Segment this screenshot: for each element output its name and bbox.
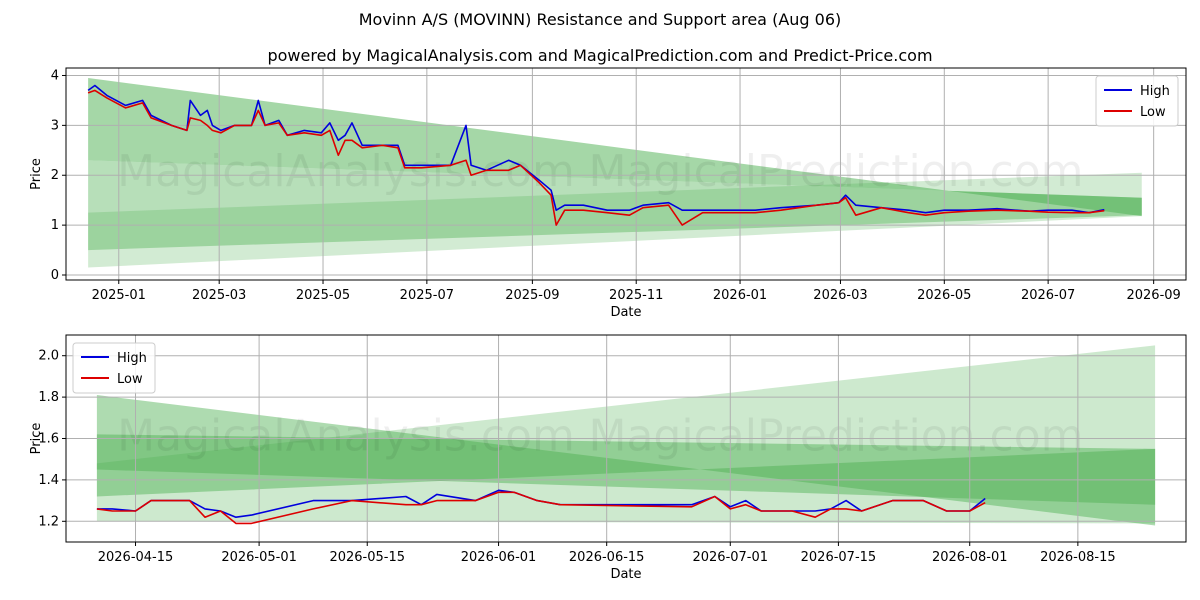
x-tick-label: 2026-03	[813, 288, 867, 303]
y-tick-label: 0	[51, 268, 59, 283]
x-tick-label: 2026-09	[1126, 288, 1180, 303]
y-tick-label: 4	[51, 68, 59, 83]
plot-panel-1: MagicalAnalysis.com MagicalPrediction.com…	[29, 67, 1187, 320]
y-tick-label: 1.4	[38, 473, 59, 488]
legend: High Low	[72, 342, 156, 394]
x-tick-label: 2026-05	[917, 288, 971, 303]
x-tick-label: 2026-07-01	[692, 550, 768, 565]
y-tick-label: 3	[51, 118, 59, 133]
x-tick-label: 2025-11	[609, 288, 663, 303]
x-tick-label: 2025-07	[400, 288, 454, 303]
x-tick-label: 2026-07-15	[801, 550, 877, 565]
x-tick-label: 2025-01	[92, 288, 146, 303]
legend-label-high: High	[1140, 84, 1170, 99]
x-tick-label: 2026-01	[713, 288, 767, 303]
x-tick-label: 2026-07	[1021, 288, 1075, 303]
x-tick-label: 2026-08-15	[1040, 550, 1116, 565]
y-tick-label: 2	[51, 168, 59, 183]
watermark-analysis: MagicalAnalysis.com	[117, 411, 575, 462]
y-axis-label: Price	[29, 423, 44, 455]
x-tick-label: 2026-04-15	[98, 550, 174, 565]
watermark-analysis: MagicalAnalysis.com	[117, 146, 575, 197]
x-tick-label: 2026-06-15	[569, 550, 645, 565]
x-tick-label: 2025-09	[505, 288, 559, 303]
x-tick-label: 2026-05-01	[221, 550, 297, 565]
legend-label-low: Low	[1140, 105, 1166, 120]
watermark-prediction: MagicalPrediction.com	[589, 411, 1084, 462]
y-tick-label: 2.0	[38, 349, 59, 364]
plot-panel-2: MagicalAnalysis.com MagicalPrediction.com…	[29, 334, 1187, 582]
x-tick-label: 2026-06-01	[461, 550, 537, 565]
chart-canvas: MagicalAnalysis.com MagicalPrediction.com…	[29, 67, 1187, 582]
y-tick-label: 1	[51, 218, 59, 233]
y-tick-label: 1.8	[38, 390, 59, 405]
watermark-prediction: MagicalPrediction.com	[589, 146, 1084, 197]
y-tick-label: 1.2	[38, 514, 59, 529]
x-tick-label: 2026-05-15	[329, 550, 405, 565]
y-axis-label: Price	[29, 158, 44, 190]
legend-label-high: High	[117, 351, 147, 366]
x-tick-label: 2025-03	[192, 288, 246, 303]
x-axis-label: Date	[610, 305, 641, 320]
x-tick-label: 2026-08-01	[932, 550, 1008, 565]
x-axis-label: Date	[610, 567, 641, 582]
legend-label-low: Low	[117, 372, 143, 387]
x-tick-label: 2025-05	[296, 288, 350, 303]
legend: High Low	[1095, 75, 1179, 127]
